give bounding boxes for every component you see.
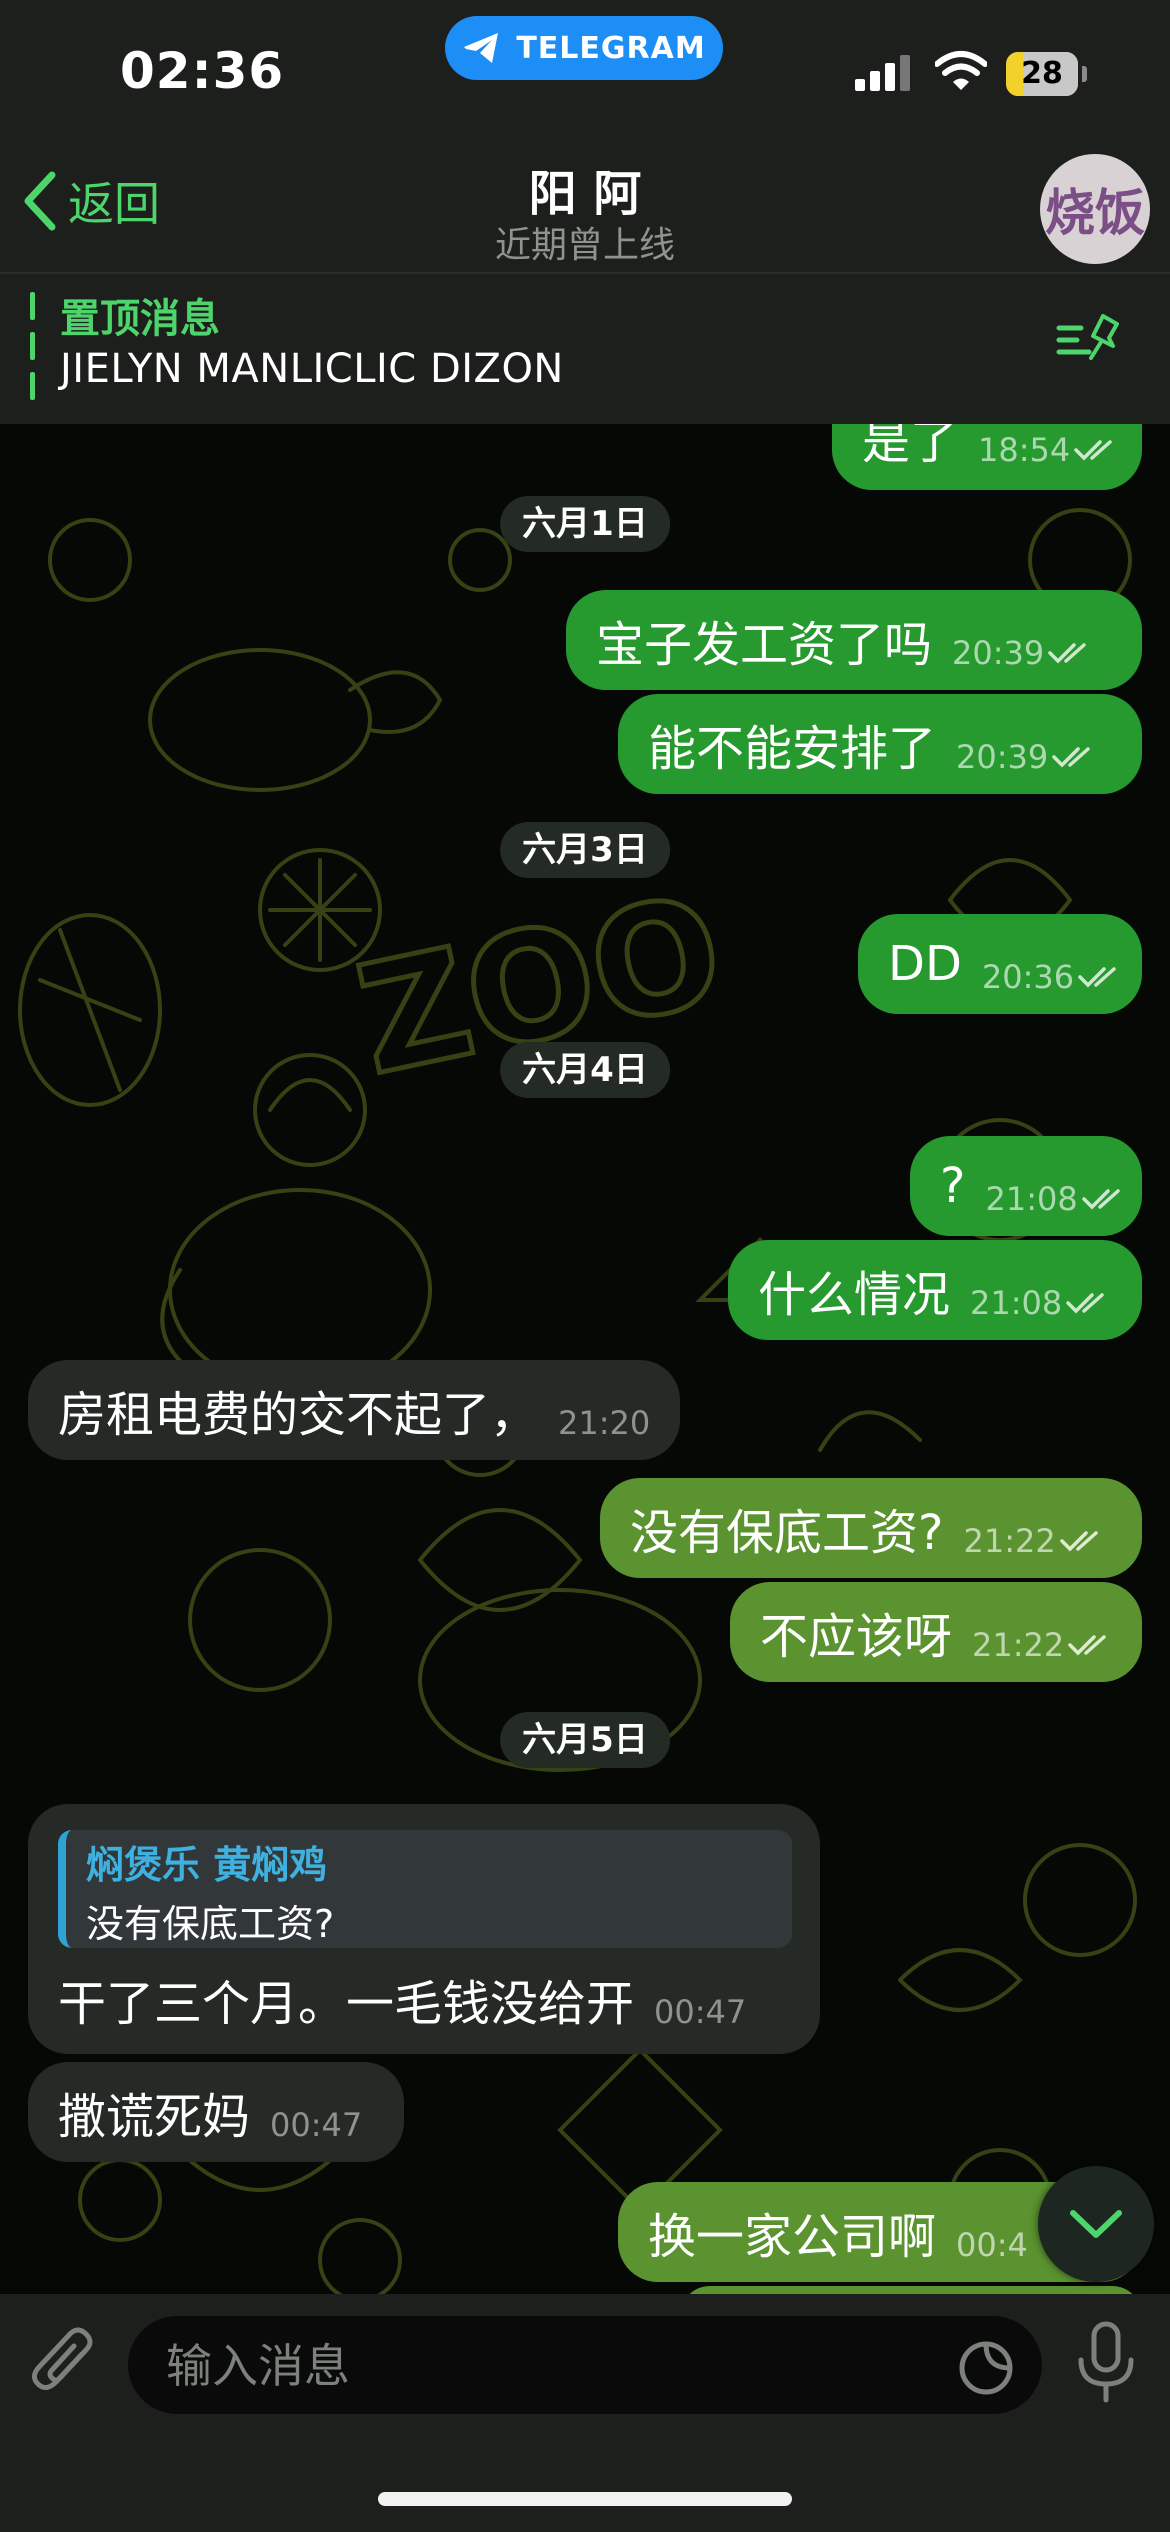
quote-author: 焖煲乐 黄焖鸡 — [86, 1843, 328, 1887]
double-check-icon — [1074, 440, 1112, 461]
message-outgoing[interactable]: 不应该呀 21:22 — [730, 1582, 1142, 1682]
chevron-down-icon — [1070, 2210, 1122, 2238]
double-check-icon — [1052, 747, 1090, 768]
home-indicator[interactable] — [378, 2492, 792, 2506]
pinned-list-icon[interactable] — [1055, 310, 1125, 366]
double-check-icon — [1048, 643, 1086, 664]
avatar[interactable]: 烧饭 — [1040, 154, 1150, 264]
sticker-icon[interactable] — [956, 2338, 1016, 2398]
last-seen-status: 近期曾上线 — [494, 225, 675, 266]
message-incoming[interactable]: 房租电费的交不起了， 21:20 — [28, 1360, 680, 1460]
clock: 02:36 — [120, 42, 285, 100]
avatar-text: 烧饭 — [1045, 183, 1145, 242]
chat-title[interactable]: 阳 阿 — [0, 154, 1170, 224]
message-outgoing[interactable]: 能不能安排了 20:39 — [618, 694, 1142, 794]
date-separator: 六月3日 — [500, 822, 670, 878]
telegram-pill[interactable]: TELEGRAM — [445, 16, 723, 80]
date-separator: 六月4日 — [500, 1042, 670, 1098]
double-check-icon — [1081, 1189, 1120, 1210]
reply-quote[interactable]: 焖煲乐 黄焖鸡 没有保底工资? — [58, 1830, 792, 1948]
message-input[interactable] — [164, 2316, 948, 2416]
battery-tip — [1082, 66, 1087, 82]
message-input-bar — [0, 2294, 1170, 2532]
message-outgoing[interactable]: DD 20:36 — [858, 914, 1142, 1014]
date-separator: 六月1日 — [500, 496, 670, 552]
message-list[interactable]: 是了 18:54 六月1日 宝子发工资了吗 20:39 能不能安排了 20:39… — [0, 424, 1170, 2294]
status-bar: 02:36 TELEGRAM 28 — [0, 0, 1170, 140]
message-outgoing[interactable]: 是了 18:54 — [832, 424, 1142, 490]
battery-level: 28 — [1021, 56, 1063, 91]
message-outgoing-partial[interactable] — [680, 2286, 1142, 2294]
message-text: 干了三个月。一毛钱没给开 — [58, 1976, 635, 2032]
cellular-signal-icon — [855, 55, 910, 91]
reply-message-text-row: 干了三个月。一毛钱没给开 00:47 — [58, 1964, 746, 2034]
message-outgoing[interactable]: 宝子发工资了吗 20:39 — [566, 590, 1142, 690]
message-incoming[interactable]: 撒谎死妈 00:47 — [28, 2062, 404, 2162]
pinned-title: 置顶消息 — [60, 296, 220, 342]
message-time: 00:47 — [654, 1993, 747, 2031]
pinned-text: JIELYN MANLICLIC DIZON — [60, 346, 564, 392]
telegram-plane-icon — [464, 33, 499, 63]
telegram-pill-label: TELEGRAM — [516, 30, 706, 66]
message-outgoing[interactable]: 什么情况 21:08 — [728, 1240, 1142, 1340]
scroll-to-bottom-button[interactable] — [1038, 2166, 1154, 2282]
message-outgoing[interactable]: 没有保底工资? 21:22 — [600, 1478, 1142, 1578]
pinned-message-bar[interactable]: 置顶消息 JIELYN MANLICLIC DIZON — [0, 274, 1170, 424]
paperclip-icon[interactable] — [30, 2324, 100, 2404]
pinned-indicator — [30, 292, 35, 404]
double-check-icon — [1059, 1531, 1098, 1552]
double-check-icon — [1078, 967, 1116, 988]
date-separator: 六月5日 — [500, 1712, 670, 1768]
wifi-icon — [935, 51, 987, 90]
battery-indicator: 28 — [1006, 52, 1078, 96]
microphone-icon[interactable] — [1075, 2320, 1137, 2410]
double-check-icon — [1066, 1293, 1104, 1314]
message-outgoing[interactable]: ? 21:08 — [910, 1136, 1142, 1236]
quote-text: 没有保底工资? — [86, 1902, 335, 1946]
double-check-icon — [1068, 1635, 1106, 1656]
message-field[interactable] — [128, 2316, 1042, 2416]
chat-header: 返回 阳 阿 近期曾上线 烧饭 — [0, 140, 1170, 274]
